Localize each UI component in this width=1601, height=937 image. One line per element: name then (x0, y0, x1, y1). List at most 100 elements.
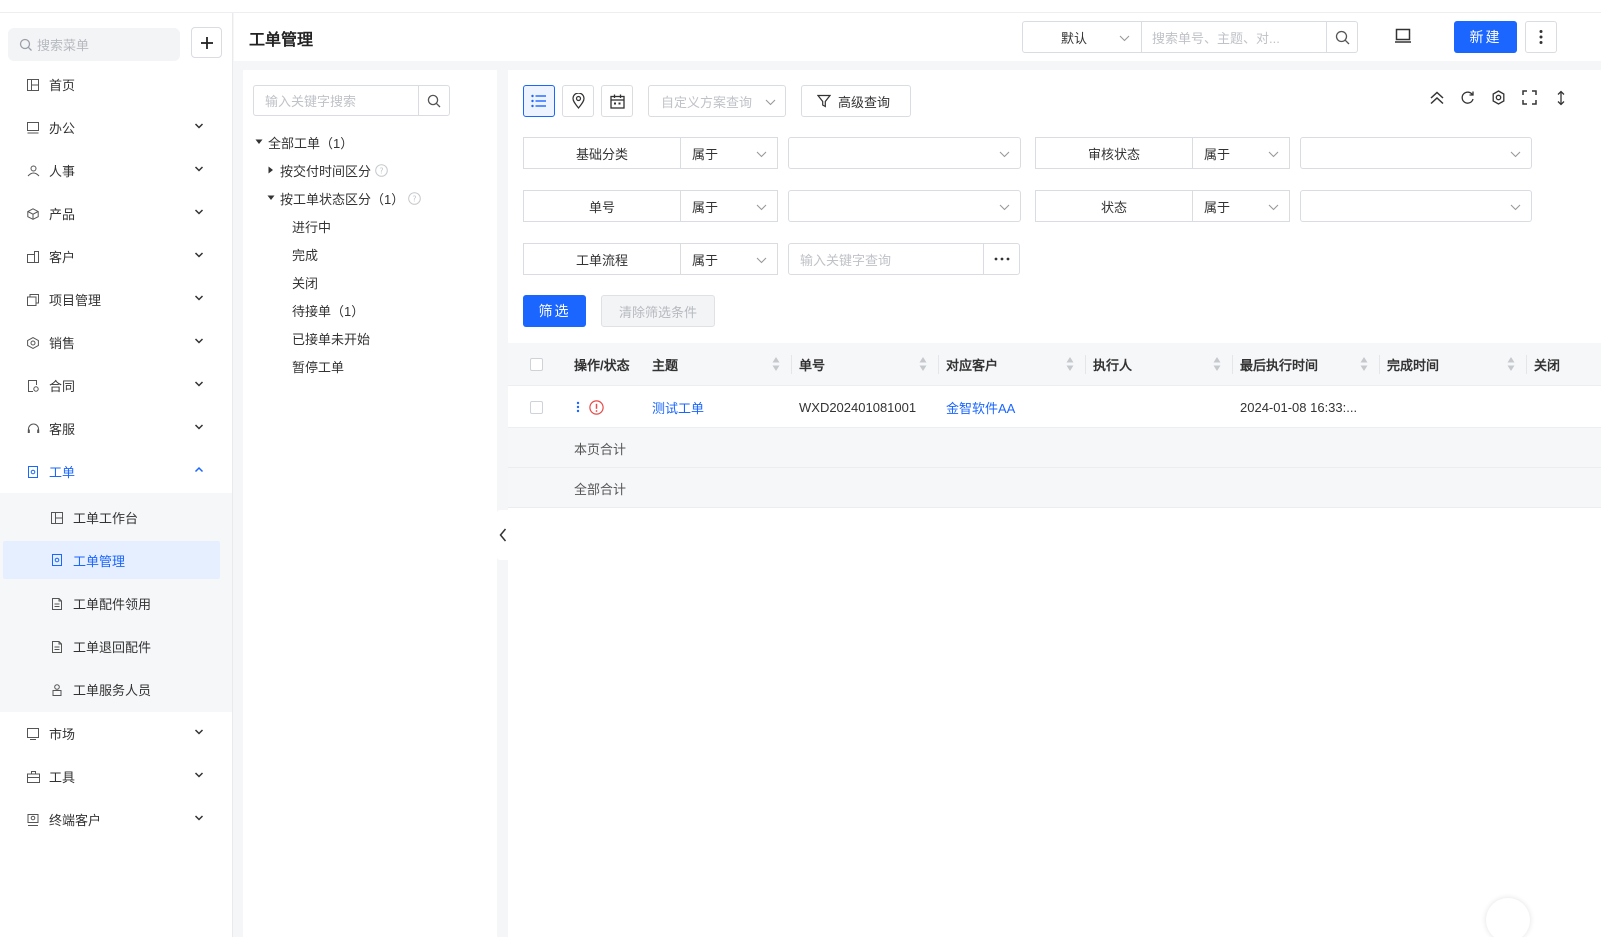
tree-node-accepted-not-started[interactable]: 已接单未开始 (243, 324, 497, 352)
filter-button[interactable]: 筛选 (523, 295, 586, 327)
filter-operator-review-status[interactable]: 属于 (1192, 137, 1290, 169)
header-search-input[interactable]: 搜索单号、主题、对... (1141, 21, 1327, 53)
sidebar-item-contract[interactable]: 合同 (0, 364, 232, 407)
table-row[interactable]: 测试工单 WXD202401081001 金智软件AA 2024-01-08 1… (508, 386, 1601, 428)
select-all-checkbox[interactable] (530, 343, 543, 386)
submenu-item-workorder-manage[interactable]: 工单管理 (3, 541, 220, 579)
row-checkbox[interactable] (530, 386, 543, 428)
tree-node-paused[interactable]: 暂停工单 (243, 352, 497, 380)
filter-operator-value: 属于 (692, 199, 719, 215)
column-header-number[interactable]: 单号 (799, 343, 825, 386)
sidebar: 搜索菜单 首页 办公 人事 产品 客户 项目管理 销售 合同 客服 工单 工单工… (0, 13, 233, 937)
sidebar-item-tools[interactable]: 工具 (0, 755, 232, 798)
sidebar-item-end-customer[interactable]: 终端客户 (0, 798, 232, 841)
filter-operator-status[interactable]: 属于 (1192, 190, 1290, 222)
tree-node-by-status[interactable]: 按工单状态区分（1） ? (243, 184, 497, 212)
sort-icon[interactable] (1213, 356, 1221, 372)
floating-help-button[interactable] (1486, 898, 1530, 937)
row-action-menu-icon[interactable] (576, 386, 580, 428)
filter-operator-number[interactable]: 属于 (680, 190, 778, 222)
column-separator (1526, 355, 1527, 374)
column-header-customer[interactable]: 对应客户 (946, 343, 998, 386)
row-height-icon[interactable] (1545, 90, 1576, 106)
collapse-filters-icon[interactable] (1421, 90, 1452, 106)
sidebar-item-service[interactable]: 客服 (0, 407, 232, 450)
sidebar-item-customer[interactable]: 客户 (0, 235, 232, 278)
chevron-down-icon (756, 257, 767, 264)
list-view-button[interactable] (523, 85, 555, 117)
tree-node-done[interactable]: 完成 (243, 240, 497, 268)
tree-node-pending[interactable]: 待接单（1） (243, 296, 497, 324)
add-menu-button[interactable] (191, 27, 222, 58)
sidebar-item-project[interactable]: 项目管理 (0, 278, 232, 321)
custom-scheme-select[interactable]: 自定义方案查询 (648, 85, 786, 117)
row-last-exec-time: 2024-01-08 16:33:... (1240, 399, 1358, 415)
chevron-down-icon (1268, 151, 1279, 158)
calendar-view-button[interactable] (601, 85, 633, 117)
filter-keyword-more-button[interactable] (983, 243, 1020, 275)
sidebar-item-market[interactable]: 市场 (0, 712, 232, 755)
return-doc-icon (50, 640, 63, 653)
sidebar-item-label: 销售 (49, 336, 76, 351)
home-grid-icon (26, 78, 40, 92)
settings-gear-icon[interactable] (1483, 90, 1514, 106)
tree-node-all[interactable]: 全部工单（1） (243, 128, 497, 156)
column-header-last-exec[interactable]: 最后执行时间 (1240, 343, 1318, 386)
row-customer-link[interactable]: 金智软件AA (946, 386, 1015, 428)
clear-filters-button[interactable]: 清除筛选条件 (601, 295, 715, 327)
column-header-close[interactable]: 关闭 (1534, 343, 1560, 386)
page-total-row: 本页合计 (508, 428, 1601, 468)
sidebar-item-home[interactable]: 首页 (0, 63, 232, 106)
submenu-item-parts-use[interactable]: 工单配件领用 (0, 582, 232, 625)
tree-search-button[interactable] (418, 85, 450, 116)
submenu-item-workbench[interactable]: 工单工作台 (0, 496, 232, 539)
monitor-icon[interactable] (1394, 27, 1412, 48)
sidebar-item-office[interactable]: 办公 (0, 106, 232, 149)
search-icon (19, 38, 32, 51)
filter-operator-process[interactable]: 属于 (680, 243, 778, 275)
search-icon (427, 94, 441, 107)
sort-icon[interactable] (1507, 356, 1515, 372)
filter-value-number[interactable] (788, 190, 1021, 222)
more-vertical-icon (1539, 30, 1543, 44)
submenu-item-service-staff[interactable]: 工单服务人员 (0, 668, 232, 711)
refresh-icon[interactable] (1452, 90, 1483, 106)
column-header-done-time[interactable]: 完成时间 (1387, 343, 1439, 386)
chevron-down-icon (194, 381, 204, 387)
sort-icon[interactable] (919, 356, 927, 372)
column-header-action: 操作/状态 (574, 358, 630, 373)
tree-search-input[interactable]: 输入关键字搜索 (253, 85, 419, 116)
column-header-executor[interactable]: 执行人 (1093, 343, 1132, 386)
column-separator (1232, 355, 1233, 374)
sidebar-item-hr[interactable]: 人事 (0, 149, 232, 192)
sidebar-item-product[interactable]: 产品 (0, 192, 232, 235)
filter-value-status[interactable] (1300, 190, 1532, 222)
sidebar-item-workorder[interactable]: 工单 (0, 450, 232, 493)
map-view-button[interactable] (562, 85, 594, 117)
advanced-query-button[interactable]: 高级查询 (801, 85, 911, 117)
column-header-subject[interactable]: 主题 (652, 343, 678, 386)
row-subject-link[interactable]: 测试工单 (652, 386, 704, 428)
tree-node-closed[interactable]: 关闭 (243, 268, 497, 296)
filter-keyword-input[interactable]: 输入关键字查询 (788, 243, 984, 275)
menu-search-input[interactable]: 搜索菜单 (8, 28, 180, 61)
hr-icon (26, 164, 40, 178)
sort-icon[interactable] (1066, 356, 1074, 372)
filter-operator-category[interactable]: 属于 (680, 137, 778, 169)
workorder-table: 操作/状态 主题 单号 对应客户 执行人 最后执行时间 完成时间 关闭 测试工单… (508, 343, 1601, 508)
header-search-button[interactable] (1326, 21, 1358, 53)
filter-value-review-status[interactable] (1300, 137, 1532, 169)
submenu-item-parts-return[interactable]: 工单退回配件 (0, 625, 232, 668)
sort-icon[interactable] (1360, 356, 1368, 372)
sidebar-item-sales[interactable]: 销售 (0, 321, 232, 364)
chevron-down-icon (756, 151, 767, 158)
sort-icon[interactable] (772, 356, 780, 372)
fullscreen-icon[interactable] (1514, 90, 1545, 106)
chevron-down-icon (999, 204, 1010, 211)
new-button[interactable]: 新建 (1454, 21, 1517, 53)
more-menu-button[interactable] (1525, 21, 1557, 53)
tree-node-by-delivery[interactable]: 按交付时间区分 ? (243, 156, 497, 184)
filter-value-category[interactable] (788, 137, 1021, 169)
tree-node-in-progress[interactable]: 进行中 (243, 212, 497, 240)
view-select[interactable]: 默认 (1022, 21, 1142, 53)
